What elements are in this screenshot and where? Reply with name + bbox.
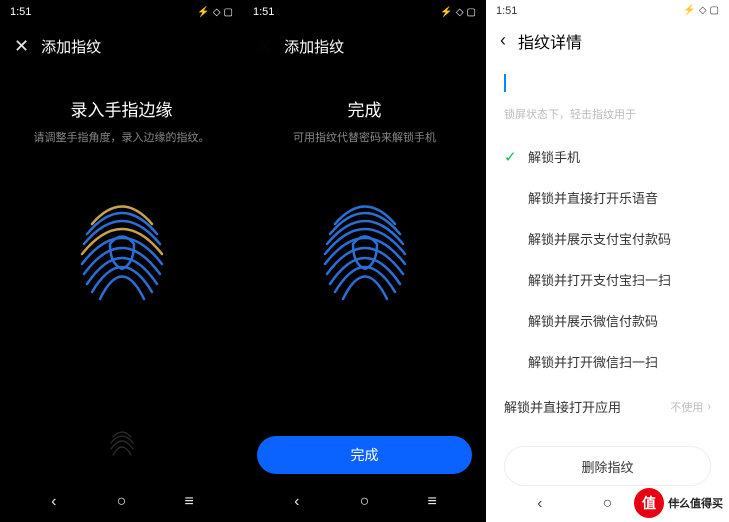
watermark-text: 什么值得买 bbox=[668, 495, 723, 511]
delete-fingerprint-button[interactable]: 删除指纹 bbox=[504, 446, 711, 486]
close-icon[interactable]: ✕ bbox=[257, 36, 272, 57]
bluetooth-icon: ⚡ bbox=[440, 7, 452, 18]
status-time: 1:51 bbox=[496, 5, 683, 17]
nav-bar: ‹ ○ ≡ bbox=[0, 482, 243, 522]
battery-icon: ▢ bbox=[224, 7, 233, 18]
fingerprint-graphic bbox=[305, 179, 425, 319]
nav-back-icon[interactable]: ‹ bbox=[529, 493, 551, 515]
nav-recent-icon[interactable]: ≡ bbox=[178, 491, 200, 513]
header: ‹ 指纹详情 bbox=[486, 21, 729, 60]
back-icon[interactable]: ‹ bbox=[500, 30, 506, 51]
header-title: 指纹详情 bbox=[518, 29, 582, 53]
close-icon[interactable]: ✕ bbox=[14, 36, 29, 57]
header: ✕ 添加指纹 bbox=[243, 24, 486, 68]
row-open-app[interactable]: 解锁并直接打开应用 不使用 › bbox=[504, 382, 711, 428]
header: ✕ 添加指纹 bbox=[0, 24, 243, 68]
enroll-subheading: 请调整手指角度，录入边缘的指纹。 bbox=[16, 129, 228, 145]
enroll-heading: 录入手指边缘 bbox=[71, 96, 173, 121]
nav-recent-icon[interactable]: ≡ bbox=[421, 491, 443, 513]
fingerprint-icon bbox=[72, 184, 172, 314]
mini-fingerprint-icon bbox=[107, 425, 137, 466]
option-label: 解锁手机 bbox=[528, 147, 580, 166]
fingerprint-icon bbox=[315, 184, 415, 314]
option-label: 解锁并打开支付宝扫一扫 bbox=[528, 270, 671, 289]
status-time: 1:51 bbox=[10, 6, 197, 18]
option-label: 解锁并展示微信付款码 bbox=[528, 311, 658, 330]
option-unlock-phone[interactable]: ✓ 解锁手机 bbox=[504, 136, 711, 177]
nav-back-icon[interactable]: ‹ bbox=[43, 491, 65, 513]
wifi-icon: ◇ bbox=[699, 5, 707, 16]
bluetooth-icon: ⚡ bbox=[683, 5, 695, 16]
option-label: 解锁并展示支付宝付款码 bbox=[528, 229, 671, 248]
option-label: 解锁并直接打开乐语音 bbox=[528, 188, 658, 207]
option-unlock-alipay-code[interactable]: 解锁并展示支付宝付款码 bbox=[504, 218, 711, 259]
option-unlock-alipay-scan[interactable]: 解锁并打开支付宝扫一扫 bbox=[504, 259, 711, 300]
option-label: 解锁并打开微信扫一扫 bbox=[528, 352, 658, 371]
wifi-icon: ◇ bbox=[213, 7, 221, 18]
done-button-label: 完成 bbox=[351, 445, 379, 465]
status-bar: 1:51 ⚡ ◇ ▢ bbox=[0, 0, 243, 24]
wifi-icon: ◇ bbox=[456, 7, 464, 18]
delete-button-label: 删除指纹 bbox=[581, 457, 633, 476]
watermark-badge: 值 bbox=[634, 488, 664, 518]
header-title: 添加指纹 bbox=[41, 36, 101, 57]
nav-home-icon[interactable]: ○ bbox=[110, 491, 132, 513]
watermark: 值 什么值得买 bbox=[634, 488, 723, 518]
done-heading: 完成 bbox=[348, 96, 382, 121]
row-value: 不使用 › bbox=[670, 399, 711, 415]
header-title: 添加指纹 bbox=[284, 36, 344, 57]
status-icons: ⚡ ◇ ▢ bbox=[683, 5, 719, 16]
screen-enroll-done: 1:51 ⚡ ◇ ▢ ✕ 添加指纹 完成 可用指纹代替密码来解锁手机 bbox=[243, 0, 486, 522]
nav-bar: ‹ ○ ≡ bbox=[243, 482, 486, 522]
screen-enroll-fingerprint: 1:51 ⚡ ◇ ▢ ✕ 添加指纹 录入手指边缘 请调整手指角度，录入边缘的指纹… bbox=[0, 0, 243, 522]
nav-home-icon[interactable]: ○ bbox=[353, 491, 375, 513]
fingerprint-graphic bbox=[62, 179, 182, 319]
done-subheading: 可用指纹代替密码来解锁手机 bbox=[275, 129, 454, 145]
status-icons: ⚡ ◇ ▢ bbox=[440, 7, 476, 18]
option-unlock-wechat-code[interactable]: 解锁并展示微信付款码 bbox=[504, 300, 711, 341]
chevron-right-icon: › bbox=[707, 401, 711, 413]
status-time: 1:51 bbox=[253, 6, 440, 18]
nav-back-icon[interactable]: ‹ bbox=[286, 491, 308, 513]
status-bar: 1:51 ⚡ ◇ ▢ bbox=[486, 0, 729, 21]
option-unlock-wechat-scan[interactable]: 解锁并打开微信扫一扫 bbox=[504, 341, 711, 382]
check-icon: ✓ bbox=[504, 148, 528, 166]
text-cursor[interactable] bbox=[504, 74, 506, 92]
status-bar: 1:51 ⚡ ◇ ▢ bbox=[243, 0, 486, 24]
status-icons: ⚡ ◇ ▢ bbox=[197, 7, 233, 18]
detail-content: 锁屏状态下，轻击指纹用于 ✓ 解锁手机 解锁并直接打开乐语音 解锁并展示支付宝付… bbox=[486, 60, 729, 486]
battery-icon: ▢ bbox=[710, 5, 719, 16]
bluetooth-icon: ⚡ bbox=[197, 7, 209, 18]
options-list: ✓ 解锁手机 解锁并直接打开乐语音 解锁并展示支付宝付款码 解锁并打开支付宝扫一… bbox=[504, 136, 711, 382]
done-content: 完成 可用指纹代替密码来解锁手机 bbox=[243, 68, 486, 482]
nav-home-icon[interactable]: ○ bbox=[596, 493, 618, 515]
screen-fingerprint-detail: 1:51 ⚡ ◇ ▢ ‹ 指纹详情 锁屏状态下，轻击指纹用于 ✓ 解锁手机 解锁… bbox=[486, 0, 729, 522]
section-hint: 锁屏状态下，轻击指纹用于 bbox=[504, 106, 711, 122]
enroll-content: 录入手指边缘 请调整手指角度，录入边缘的指纹。 bbox=[0, 68, 243, 482]
done-button[interactable]: 完成 bbox=[257, 436, 472, 474]
option-unlock-voice[interactable]: 解锁并直接打开乐语音 bbox=[504, 177, 711, 218]
row-label: 解锁并直接打开应用 bbox=[504, 397, 621, 416]
battery-icon: ▢ bbox=[467, 7, 476, 18]
